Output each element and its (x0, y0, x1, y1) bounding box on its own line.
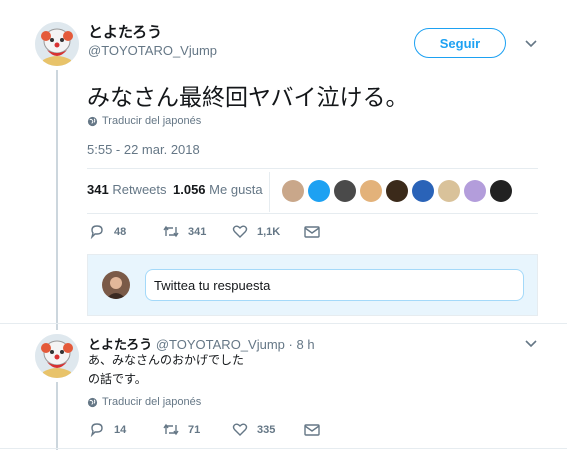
globe-icon (87, 397, 98, 407)
liker-avatar-image (464, 180, 486, 202)
like-action[interactable]: 1,1K (232, 224, 280, 239)
retweets-label: Retweets (112, 182, 167, 197)
liker-avatar[interactable] (282, 180, 304, 202)
liker-avatar[interactable] (464, 180, 486, 202)
liker-avatar[interactable] (308, 180, 330, 202)
bottom-divider (0, 448, 567, 449)
reply-input[interactable]: Twittea tu respuesta (145, 269, 524, 301)
heart-icon (232, 423, 248, 436)
liker-avatar-image (334, 180, 356, 202)
tweet-text: みなさん最終回ヤバイ泣ける。 (87, 85, 409, 111)
reply-composer: Twittea tu respuesta (87, 254, 538, 316)
likes-label: Me gusta (209, 182, 263, 197)
reply-author-avatar[interactable] (35, 334, 79, 378)
liker-avatar[interactable] (360, 180, 382, 202)
retweet-action[interactable]: 341 (162, 224, 206, 239)
reply-dm-action[interactable] (304, 424, 320, 436)
current-user-avatar-image (102, 271, 130, 299)
likes-stat[interactable]: 1.056 Me gusta (173, 182, 263, 197)
retweet-count: 341 (188, 225, 207, 238)
reply-translate-link[interactable]: Traducir del japonés (87, 396, 201, 408)
like-count: 1,1K (257, 225, 281, 238)
stats-bottom-divider (87, 213, 538, 214)
more-options-button[interactable] (523, 38, 539, 50)
reply-retweet-count: 71 (188, 423, 201, 436)
retweet-icon (163, 225, 179, 238)
author-display-name[interactable]: とよたろう (88, 21, 162, 42)
reply-separator: · (288, 337, 293, 352)
follow-button[interactable]: Seguir (414, 28, 506, 58)
liker-avatar-image (412, 180, 434, 202)
liker-avatar-image (386, 180, 408, 202)
reply-time[interactable]: 8 h (296, 337, 314, 352)
liker-avatar-image (438, 180, 460, 202)
liker-avatar[interactable] (412, 180, 434, 202)
reply-like-action[interactable]: 335 (232, 422, 275, 437)
reply-more-options-button[interactable] (523, 338, 539, 350)
reply-icon (90, 423, 103, 437)
liker-avatar[interactable] (334, 180, 356, 202)
dm-icon (304, 226, 320, 238)
reply-action[interactable]: 48 (89, 224, 126, 239)
reply-reply-action[interactable]: 14 (89, 422, 126, 437)
reply-handle[interactable]: @TOYOTARO_Vjump (156, 337, 285, 352)
chevron-down-icon (525, 40, 537, 48)
liker-avatar[interactable] (490, 180, 512, 202)
liker-avatar-image (282, 180, 304, 202)
reply-translate-label: Traducir del japonés (102, 396, 202, 408)
author-handle[interactable]: @TOYOTARO_Vjump (88, 43, 217, 58)
chevron-down-icon (525, 340, 537, 348)
thread-divider (0, 323, 567, 324)
retweets-count: 341 (87, 182, 109, 197)
current-user-avatar[interactable] (102, 271, 130, 299)
clown-avatar-image (35, 334, 79, 378)
reply-retweet-action[interactable]: 71 (162, 422, 200, 437)
reply-reply-count: 14 (114, 423, 127, 436)
thread-line (56, 70, 58, 330)
tweet-timestamp[interactable]: 5:55 - 22 mar. 2018 (87, 142, 200, 157)
clown-avatar-image (35, 22, 79, 66)
author-avatar[interactable] (35, 22, 79, 66)
retweet-icon (163, 423, 179, 436)
liker-avatar-image (360, 180, 382, 202)
dm-icon (304, 424, 320, 436)
translate-link[interactable]: Traducir del japonés (87, 115, 201, 127)
dm-action[interactable] (304, 226, 320, 238)
stats-top-divider (87, 168, 538, 169)
reply-icon (90, 225, 103, 239)
thread-line-lower (56, 382, 58, 450)
liker-avatar-image (308, 180, 330, 202)
retweets-stat[interactable]: 341 Retweets (87, 182, 167, 197)
reply-text-line-2: の話です。 (88, 372, 147, 386)
likes-count: 1.056 (173, 182, 206, 197)
reply-count: 48 (114, 225, 127, 238)
reply-like-count: 335 (257, 423, 276, 436)
stats-separator (269, 172, 270, 212)
reply-text-line-1: あ、みなさんのおかげでした (88, 353, 245, 367)
translate-label: Traducir del japonés (102, 115, 202, 127)
heart-icon (232, 225, 248, 238)
liker-avatar[interactable] (438, 180, 460, 202)
globe-icon (87, 116, 98, 126)
liker-avatar-image (490, 180, 512, 202)
liker-avatar[interactable] (386, 180, 408, 202)
